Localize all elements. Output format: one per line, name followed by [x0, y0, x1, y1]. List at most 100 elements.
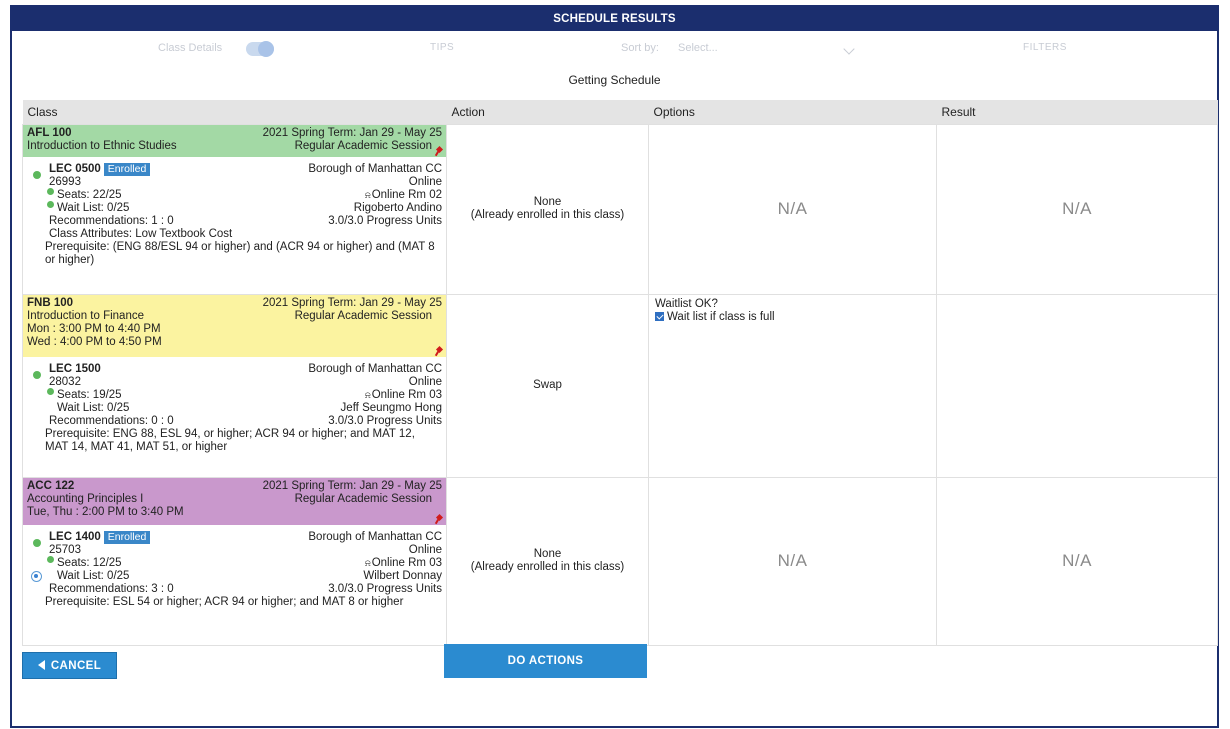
instructor: Wilbert Donnay: [363, 569, 442, 582]
room: Online Rm 02: [371, 188, 442, 201]
tips-button[interactable]: TIPS: [430, 42, 454, 53]
waitlist: Wait List: 0/25: [57, 201, 130, 214]
class-details-toggle[interactable]: [246, 41, 274, 57]
action-text: Swap: [533, 379, 562, 391]
section-details: LEC 1400 Enrolled Borough of Manhattan CC…: [23, 525, 446, 611]
action-cell: None (Already enrolled in this class): [446, 476, 649, 646]
table-row: AFL 100 2021 Spring Term: Jan 29 - May 2…: [22, 123, 1218, 295]
recommendations: Recommendations: 1 : 0: [49, 214, 174, 227]
action-text: None: [533, 196, 562, 208]
waitlist-ok-label: Waitlist OK?: [655, 297, 718, 310]
room-icon: ⍾: [364, 189, 371, 200]
session: Regular Academic Session: [294, 139, 432, 152]
location: Online: [408, 375, 442, 388]
column-header-result: Result: [936, 100, 1218, 124]
class-number: 28032: [49, 375, 81, 388]
pin-icon[interactable]: [436, 147, 442, 155]
pin-icon[interactable]: [436, 347, 442, 355]
course-title: Accounting Principles I: [27, 492, 144, 505]
room: Online Rm 03: [371, 556, 442, 569]
section-details: LEC 1500 Borough of Manhattan CC 28032 O…: [23, 357, 446, 456]
toggle-knob: [258, 41, 274, 57]
status-dot-icon: [33, 538, 41, 547]
campus: Borough of Manhattan CC: [308, 362, 442, 375]
seats: Seats: 12/25: [57, 556, 122, 569]
waitlist-dot-icon: [47, 200, 54, 208]
section-number: LEC 0500: [49, 162, 101, 175]
action-cell: None (Already enrolled in this class): [446, 123, 649, 295]
class-details-label: Class Details: [158, 42, 223, 54]
units: 3.0/3.0 Progress Units: [328, 214, 442, 227]
meeting-time: Tue, Thu : 2:00 PM to 3:40 PM: [27, 505, 184, 518]
sort-select[interactable]: Select...: [678, 42, 862, 54]
results-table: Class Action Options Result AFL 100 2021…: [22, 100, 1218, 646]
options-cell: N/A: [648, 123, 937, 295]
campus: Borough of Manhattan CC: [308, 530, 442, 543]
seats-dot-icon: [47, 187, 54, 195]
seats: Seats: 22/25: [57, 188, 122, 201]
term: 2021 Spring Term: Jan 29 - May 25: [262, 296, 442, 309]
do-actions-button[interactable]: DO ACTIONS: [444, 644, 647, 678]
action-cell: Swap: [446, 293, 649, 478]
options-cell: Waitlist OK? Wait list if class is full: [648, 293, 937, 478]
action-note: (Already enrolled in this class): [470, 561, 625, 573]
pin-icon[interactable]: [436, 515, 442, 523]
session: Regular Academic Session: [294, 309, 432, 322]
class-cell: ACC 122 2021 Spring Term: Jan 29 - May 2…: [22, 476, 447, 646]
result-cell: N/A: [936, 476, 1218, 646]
term: 2021 Spring Term: Jan 29 - May 25: [262, 479, 442, 492]
waitlist: Wait List: 0/25: [57, 569, 130, 582]
course-header: ACC 122 2021 Spring Term: Jan 29 - May 2…: [23, 477, 446, 525]
schedule-results-dialog: SCHEDULE RESULTS Class Details TIPS Sort…: [10, 5, 1219, 728]
course-code: FNB 100: [27, 296, 74, 309]
action-text: None: [533, 548, 562, 560]
session: Regular Academic Session: [294, 492, 432, 505]
location: Online: [408, 543, 442, 556]
enrolled-badge: Enrolled: [103, 162, 151, 176]
prerequisite: Prerequisite: (ENG 88/ESL 94 or higher) …: [45, 240, 435, 266]
result-cell: [936, 293, 1218, 478]
options-cell: N/A: [648, 476, 937, 646]
course-header: AFL 100 2021 Spring Term: Jan 29 - May 2…: [23, 124, 446, 157]
meeting-time: Mon : 3:00 PM to 4:40 PM: [27, 322, 161, 335]
course-code: AFL 100: [27, 126, 72, 139]
table-row: ACC 122 2021 Spring Term: Jan 29 - May 2…: [22, 476, 1218, 646]
radio-icon[interactable]: [31, 570, 42, 582]
table-row: FNB 100 2021 Spring Term: Jan 29 - May 2…: [22, 293, 1218, 478]
location: Online: [408, 175, 442, 188]
status-dot-icon: [33, 370, 41, 379]
class-cell: FNB 100 2021 Spring Term: Jan 29 - May 2…: [22, 293, 447, 478]
column-header-class: Class: [22, 100, 447, 124]
prerequisite: Prerequisite: ESL 54 or higher; ACR 94 o…: [45, 595, 404, 608]
room: Online Rm 03: [371, 388, 442, 401]
prerequisite: Prerequisite: ENG 88, ESL 94, or higher;…: [45, 427, 415, 453]
enrolled-badge: Enrolled: [103, 530, 151, 544]
course-title: Introduction to Finance: [27, 309, 144, 322]
instructor: Jeff Seungmo Hong: [340, 401, 442, 414]
back-triangle-icon: [37, 660, 45, 670]
filters-button[interactable]: FILTERS: [1023, 42, 1067, 53]
dialog-title: SCHEDULE RESULTS: [12, 7, 1217, 31]
recommendations: Recommendations: 3 : 0: [49, 582, 174, 595]
action-note: (Already enrolled in this class): [470, 209, 625, 221]
room-icon: ⍾: [364, 389, 371, 400]
course-title: Introduction to Ethnic Studies: [27, 139, 177, 152]
instructor: Rigoberto Andino: [353, 201, 442, 214]
table-header-row: Class Action Options Result: [22, 100, 1218, 124]
class-number: 25703: [49, 543, 81, 556]
meeting-time: Wed : 4:00 PM to 4:50 PM: [27, 335, 162, 348]
cancel-label: CANCEL: [50, 660, 102, 672]
cancel-button[interactable]: CANCEL: [22, 652, 117, 679]
campus: Borough of Manhattan CC: [308, 162, 442, 175]
waitlist-checkbox-label[interactable]: Wait list if class is full: [667, 311, 775, 323]
column-header-options: Options: [648, 100, 937, 124]
course-code: ACC 122: [27, 479, 75, 492]
column-header-action: Action: [446, 100, 649, 124]
seats: Seats: 19/25: [57, 388, 122, 401]
class-cell: AFL 100 2021 Spring Term: Jan 29 - May 2…: [22, 123, 447, 295]
sort-by-label: Sort by:: [621, 42, 659, 54]
class-attributes: Class Attributes: Low Textbook Cost: [49, 227, 233, 240]
room-icon: ⍾: [364, 557, 371, 568]
waitlist-checkbox[interactable]: [655, 311, 664, 321]
section-number: LEC 1500: [49, 362, 101, 375]
